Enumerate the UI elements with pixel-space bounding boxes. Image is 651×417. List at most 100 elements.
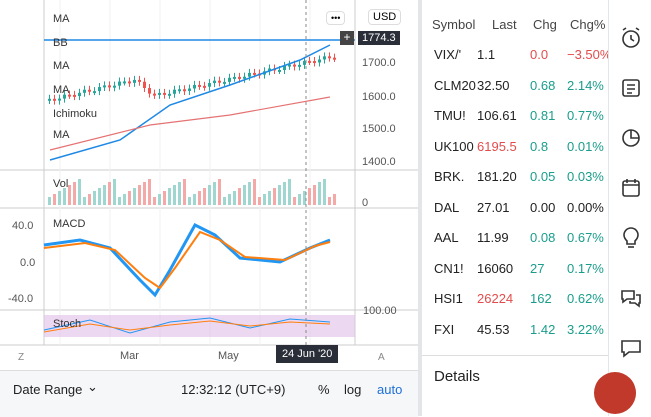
volume-bar: [163, 191, 166, 205]
currency-label[interactable]: USD: [368, 9, 402, 25]
indicator-bb-label[interactable]: BB: [53, 37, 68, 49]
watchlist-chg-pct: 3.22%: [567, 321, 604, 337]
watchlist-row[interactable]: HSI1 26224 162 0.62%: [422, 283, 608, 313]
volume-bar: [108, 182, 111, 205]
pie-chart-icon[interactable]: [619, 126, 643, 150]
volume-bar: [128, 191, 131, 205]
date-range-button[interactable]: Date Range: [13, 382, 82, 397]
watchlist-chg: 27: [530, 260, 545, 276]
volume-bar: [83, 197, 86, 205]
volume-bar: [233, 191, 236, 205]
watchlist-header-last[interactable]: Last: [492, 17, 517, 32]
chats-icon[interactable]: [619, 286, 643, 310]
volume-bar: [148, 179, 151, 205]
watchlist-symbol: DAL: [434, 199, 460, 215]
price-tick-1600: 1600.0: [362, 91, 396, 103]
watchlist-header-symbol[interactable]: Symbol: [432, 17, 475, 32]
watchlist-row[interactable]: BRK. 181.20 0.05 0.03%: [422, 161, 608, 191]
volume-bar: [178, 182, 181, 205]
watchlist-chg: 0.8: [530, 138, 549, 154]
avatar[interactable]: [594, 372, 636, 414]
list-icon[interactable]: [619, 76, 643, 100]
volume-bar: [228, 194, 231, 205]
watchlist-symbol: TMU!: [434, 108, 466, 123]
watchlist-row[interactable]: CN1! 16060 27 0.17%: [422, 253, 608, 283]
price-tick-1700: 1700.0: [362, 57, 396, 69]
percent-toggle[interactable]: %: [318, 382, 330, 397]
indicator-stoch-label[interactable]: Stoch: [53, 318, 81, 330]
volume-bar: [308, 188, 311, 205]
message-icon[interactable]: [619, 336, 643, 360]
clock-time-label: 12:32:12 (UTC+9): [181, 382, 286, 397]
lightbulb-icon[interactable]: [619, 226, 643, 250]
volume-bar: [243, 185, 246, 205]
macd-tick-40: 40.0: [12, 220, 34, 232]
zoom-z-button[interactable]: Z: [18, 352, 24, 363]
volume-bar: [223, 197, 226, 205]
time-tick-mar: Mar: [120, 350, 139, 362]
current-price-label: 1774.3: [358, 31, 400, 45]
indicator-ma4-label[interactable]: MA: [53, 129, 70, 141]
volume-bar: [208, 185, 211, 205]
auto-toggle[interactable]: auto: [377, 382, 402, 397]
volume-bar: [73, 182, 76, 205]
time-tick-may: May: [218, 350, 239, 362]
indicator-vol-label[interactable]: Vol: [53, 178, 68, 190]
alarm-clock-icon[interactable]: [619, 26, 643, 50]
volume-bar: [133, 188, 136, 205]
watchlist-row[interactable]: TMU! 106.61 0.81 0.77%: [422, 100, 608, 130]
price-tick-1500: 1500.0: [362, 123, 396, 135]
details-panel[interactable]: Details: [422, 355, 608, 417]
indicator-ma2-label[interactable]: MA: [53, 60, 70, 72]
volume-bar: [168, 188, 171, 205]
log-toggle[interactable]: log: [344, 382, 361, 397]
volume-bar: [123, 194, 126, 205]
calendar-icon[interactable]: [619, 176, 643, 200]
auto-a-button[interactable]: A: [378, 352, 385, 363]
indicator-ichimoku-label[interactable]: Ichimoku: [53, 108, 97, 120]
volume-bar: [293, 197, 296, 205]
volume-bar: [63, 188, 66, 205]
indicator-ma3-label[interactable]: MA: [53, 84, 70, 96]
watchlist-row[interactable]: FXI 45.53 1.42 3.22%: [422, 314, 608, 344]
volume-bar: [143, 182, 146, 205]
watchlist-symbol: AAL: [434, 230, 459, 245]
volume-bar: [193, 194, 196, 205]
chart-area[interactable]: MA BB MA MA Ichimoku MA Vol MACD Stoch U…: [0, 0, 418, 416]
indicator-ma1-label[interactable]: MA: [53, 13, 70, 25]
watchlist-row[interactable]: VIX/' 1.1 0.0 −3.50%: [422, 39, 612, 69]
watchlist-chg-pct: −3.50%: [567, 47, 612, 62]
volume-bar: [58, 191, 61, 205]
volume-bar: [273, 188, 276, 205]
watchlist-chg-pct: 2.14%: [567, 77, 604, 93]
volume-bar: [158, 194, 161, 205]
watchlist-last: 11.99: [477, 230, 509, 245]
more-button[interactable]: •••: [326, 11, 346, 25]
watchlist-symbol: FXI: [434, 321, 455, 337]
watchlist-chg-pct: 0.77%: [567, 108, 604, 123]
watchlist-row[interactable]: AAL 11.99 0.08 0.67%: [422, 222, 608, 252]
watchlist-header-chg-pct[interactable]: Chg%: [570, 17, 605, 32]
volume-bar: [318, 182, 321, 205]
watchlist-chg: 162: [530, 291, 552, 306]
watchlist-last: 106.61: [477, 108, 517, 123]
watchlist-last: 27.01: [477, 199, 510, 215]
watchlist-chg-pct: 0.17%: [567, 260, 604, 276]
watchlist-header-chg[interactable]: Chg: [533, 17, 557, 32]
watchlist-row[interactable]: DAL 27.01 0.00 0.00%: [422, 192, 608, 222]
volume-bar: [183, 179, 186, 205]
volume-bar: [188, 197, 191, 205]
watchlist-last: 32.50: [477, 77, 510, 93]
chevron-down-icon[interactable]: ⌄: [87, 379, 98, 395]
volume-bar: [153, 197, 156, 205]
bottom-bar: Date Range ⌄ 12:32:12 (UTC+9) % log auto: [0, 370, 418, 417]
watchlist-last: 181.20: [477, 169, 517, 184]
macd-tick-minus40: -40.0: [8, 293, 34, 305]
watchlist-row[interactable]: CLM20 32.50 0.68 2.14%: [422, 70, 608, 100]
volume-bar: [78, 179, 81, 205]
indicator-macd-label[interactable]: MACD: [53, 218, 85, 230]
watchlist-row[interactable]: UK100 6195.5 0.8 0.01%: [422, 131, 608, 161]
volume-bar: [263, 194, 266, 205]
add-plus-button[interactable]: +: [340, 31, 354, 45]
details-label[interactable]: Details: [434, 368, 480, 385]
